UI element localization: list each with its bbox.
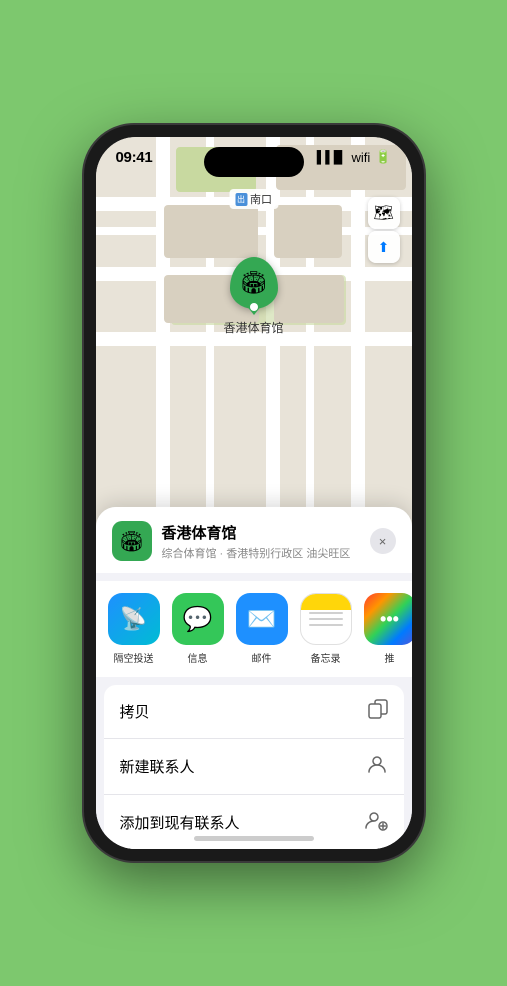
more-label: 推: [385, 650, 395, 665]
home-indicator: [194, 836, 314, 841]
map-type-button[interactable]: 🗺: [368, 197, 400, 229]
close-button[interactable]: ×: [370, 528, 396, 554]
notes-top: [301, 594, 351, 610]
new-contact-icon: [366, 753, 388, 780]
phone-screen: 09:41 ▐▐▐▌ wifi 🔋: [96, 137, 412, 849]
notes-line-3: [309, 624, 343, 626]
status-icons: ▐▐▐▌ wifi 🔋: [313, 149, 392, 165]
dynamic-island: [204, 147, 304, 177]
map-type-icon: 🗺: [373, 203, 393, 223]
add-contact-icon: [364, 809, 388, 836]
battery-icon: 🔋: [375, 149, 391, 165]
copy-icon: [368, 699, 388, 724]
location-arrow-icon: ⬆: [378, 239, 390, 256]
share-item-mail[interactable]: ✉️ 邮件: [236, 593, 288, 665]
mail-label: 邮件: [252, 650, 272, 665]
bottom-sheet: 🏟 香港体育馆 综合体育馆 · 香港特别行政区 油尖旺区 × 📡 隔空投送: [96, 507, 412, 849]
marker-pin: 🏟: [229, 257, 277, 309]
more-icon: •••: [364, 593, 412, 645]
stadium-label: 香港体育馆: [223, 319, 283, 336]
copy-label: 拷贝: [120, 701, 150, 722]
share-item-message[interactable]: 💬 信息: [172, 593, 224, 665]
map-label: 出 南口: [229, 189, 278, 209]
map-label-icon: 出: [235, 193, 247, 206]
airdrop-icon: 📡: [108, 593, 160, 645]
action-copy[interactable]: 拷贝: [104, 685, 404, 739]
location-name: 香港体育馆: [162, 522, 360, 543]
location-subtitle: 综合体育馆 · 香港特别行政区 油尖旺区: [162, 545, 360, 561]
share-item-notes[interactable]: 备忘录: [300, 593, 352, 665]
map-label-text: 南口: [250, 191, 272, 207]
notes-icon: [300, 593, 352, 645]
location-info: 香港体育馆 综合体育馆 · 香港特别行政区 油尖旺区: [162, 522, 360, 561]
message-label: 信息: [188, 650, 208, 665]
share-item-more[interactable]: ••• 推: [364, 593, 412, 665]
notes-line-1: [309, 612, 343, 614]
location-stadium-icon: 🏟: [119, 529, 144, 554]
location-icon: 🏟: [112, 521, 152, 561]
new-contact-label: 新建联系人: [120, 756, 195, 777]
action-new-contact[interactable]: 新建联系人: [104, 739, 404, 795]
notes-label: 备忘录: [311, 650, 341, 665]
location-button[interactable]: ⬆: [368, 231, 400, 263]
location-header: 🏟 香港体育馆 综合体育馆 · 香港特别行政区 油尖旺区 ×: [96, 507, 412, 573]
map-controls: 🗺 ⬆: [368, 197, 400, 263]
share-row: 📡 隔空投送 💬 信息 ✉️ 邮件: [96, 581, 412, 677]
marker-dot: [249, 303, 257, 311]
signal-icon: ▐▐▐▌: [313, 150, 347, 164]
airdrop-label: 隔空投送: [114, 650, 154, 665]
share-item-airdrop[interactable]: 📡 隔空投送: [108, 593, 160, 665]
close-icon: ×: [379, 534, 387, 549]
phone-frame: 09:41 ▐▐▐▌ wifi 🔋: [84, 125, 424, 861]
mail-icon: ✉️: [236, 593, 288, 645]
notes-lines: [309, 612, 343, 626]
status-time: 09:41: [116, 149, 153, 166]
stadium-marker[interactable]: 🏟 香港体育馆: [223, 257, 283, 336]
stadium-icon: 🏟: [240, 270, 268, 296]
add-contact-label: 添加到现有联系人: [120, 812, 240, 833]
notes-line-2: [309, 618, 343, 620]
action-list: 拷贝 新建联系人: [96, 685, 412, 849]
message-icon: 💬: [172, 593, 224, 645]
map-area: 出 南口 🏟 香港体育馆 🗺 ⬆: [96, 137, 412, 529]
wifi-icon: wifi: [352, 150, 371, 165]
